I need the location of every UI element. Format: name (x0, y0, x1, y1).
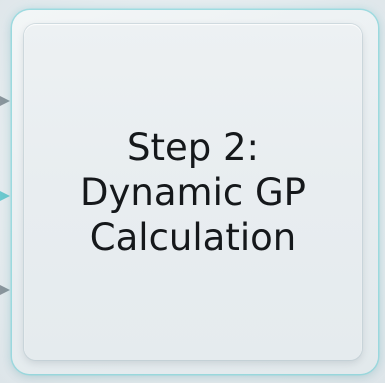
step-title-line-2: Dynamic GP (80, 170, 306, 214)
incoming-arrow-bottom-icon (0, 285, 10, 295)
step-title: Step 2: Dynamic GP Calculation (24, 24, 362, 360)
incoming-arrow-top-icon (0, 96, 10, 106)
diagram-canvas: Step 2: Dynamic GP Calculation (0, 0, 385, 383)
incoming-arrow-middle-icon (0, 191, 10, 201)
step-title-line-3: Calculation (89, 215, 297, 259)
step-title-line-1: Step 2: (126, 125, 259, 169)
